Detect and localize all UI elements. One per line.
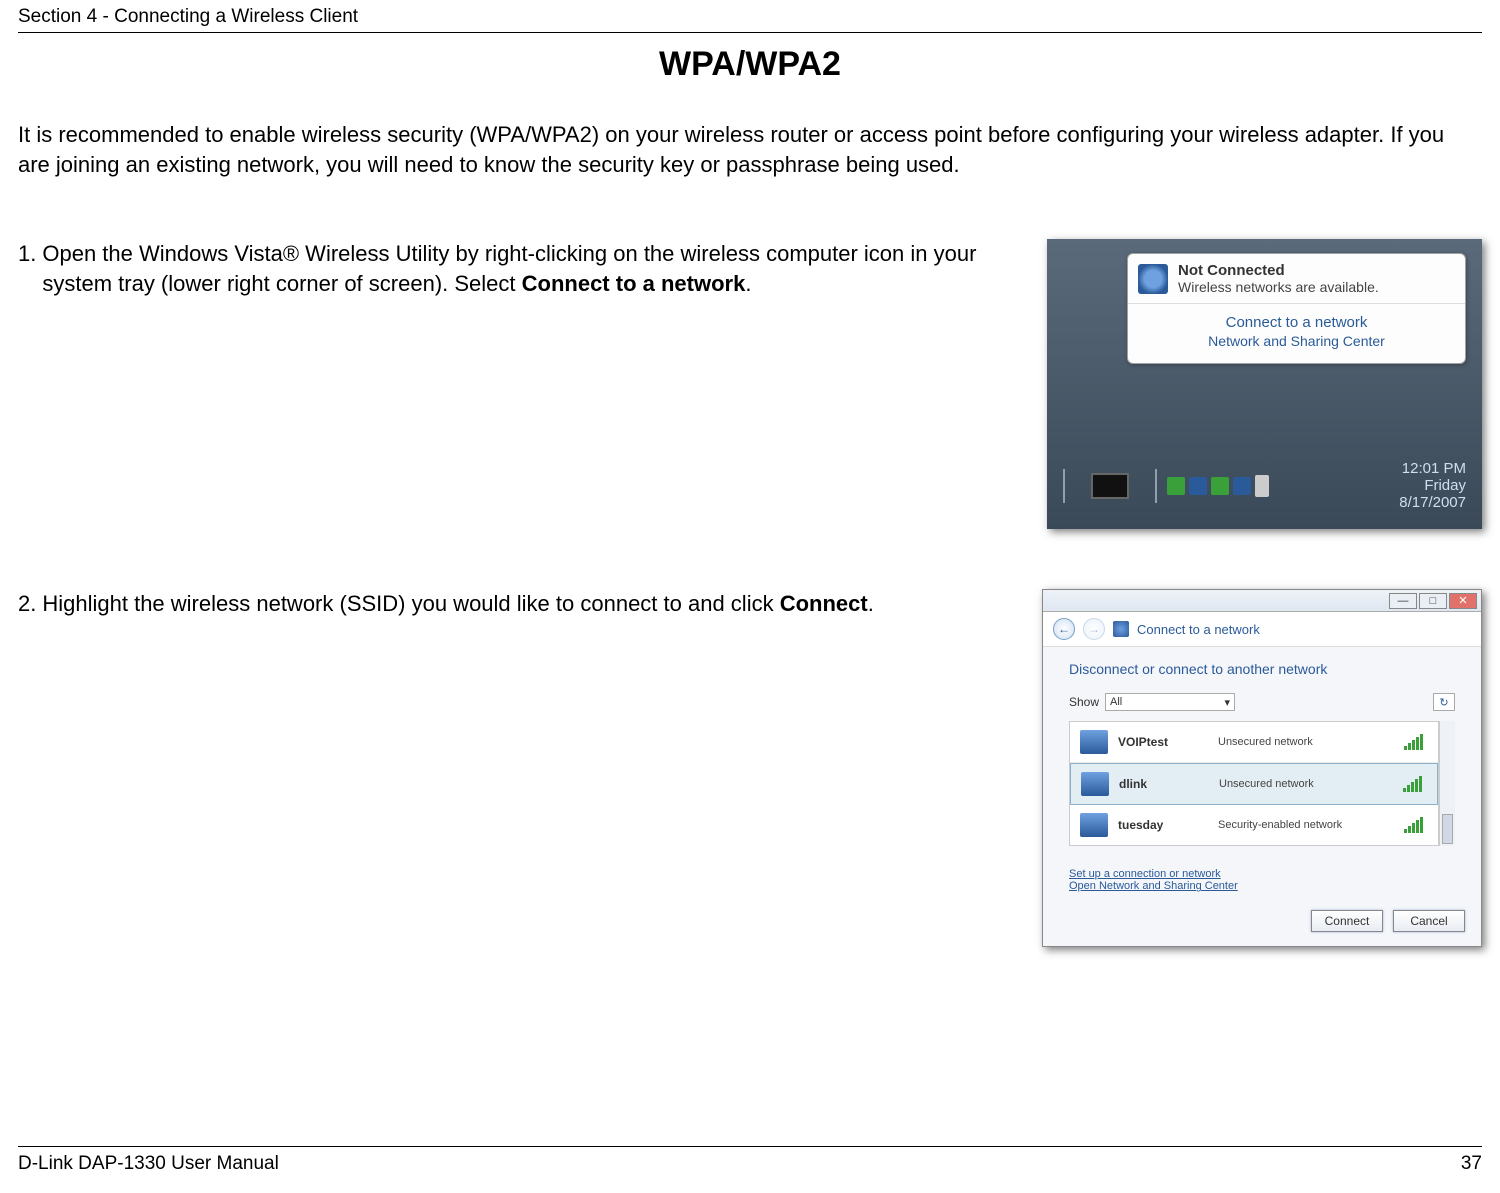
tray-group (1075, 473, 1145, 499)
dialog-links: Set up a connection or network Open Netw… (1069, 868, 1455, 892)
chevron-down-icon: ▾ (1225, 696, 1231, 709)
signal-icon (1403, 776, 1427, 792)
network-icon (1081, 772, 1109, 796)
step-2-pre: Highlight the wireless network (SSID) yo… (42, 591, 779, 616)
network-sharing-center-link[interactable]: Network and Sharing Center (1208, 333, 1385, 349)
network-balloon: Not Connected Wireless networks are avai… (1127, 253, 1466, 364)
dialog-title: Connect to a network (1137, 622, 1260, 637)
close-button[interactable]: ✕ (1449, 593, 1477, 609)
network-status: Unsecured network (1218, 736, 1394, 748)
step-1-post: . (745, 271, 751, 296)
screenshot-1: Not Connected Wireless networks are avai… (1047, 239, 1482, 529)
step-1-text: 1. Open the Windows Vista® Wireless Util… (18, 239, 997, 298)
step-body: Open the Windows Vista® Wireless Utility… (42, 239, 997, 298)
balloon-message: Wireless networks are available. (1178, 279, 1379, 295)
minimize-button[interactable]: — (1389, 593, 1417, 609)
signal-icon (1404, 817, 1428, 833)
back-button[interactable]: ← (1053, 618, 1075, 640)
clock-day: Friday (1399, 477, 1466, 494)
connect-to-network-link[interactable]: Connect to a network (1226, 314, 1368, 331)
ssid: dlink (1119, 777, 1209, 791)
dialog-body: Disconnect or connect to another network… (1043, 647, 1481, 900)
step-body: Highlight the wireless network (SSID) yo… (42, 589, 992, 619)
network-status: Security-enabled network (1218, 819, 1394, 831)
step-1-pre: Open the Windows Vista® Wireless Utility… (42, 241, 976, 296)
network-row[interactable]: tuesday Security-enabled network (1070, 805, 1438, 845)
ssid: tuesday (1118, 818, 1208, 832)
connect-network-dialog: — □ ✕ ← → Connect to a network Disconnec… (1042, 589, 1482, 947)
balloon-title: Not Connected (1178, 262, 1379, 279)
tray-icons (1167, 475, 1269, 497)
balloon-header: Not Connected Wireless networks are avai… (1128, 254, 1465, 303)
page-number: 37 (1461, 1153, 1482, 1175)
vista-tray-popup: Not Connected Wireless networks are avai… (1047, 239, 1482, 529)
signal-icon (1404, 734, 1428, 750)
system-tray: 12:01 PM Friday 8/17/2007 (1063, 460, 1466, 512)
refresh-button[interactable]: ↻ (1433, 693, 1455, 711)
tray-separator (1155, 469, 1157, 503)
cancel-button[interactable]: Cancel (1393, 910, 1465, 932)
page-title: WPA/WPA2 (18, 45, 1482, 84)
show-dropdown[interactable]: All ▾ (1105, 693, 1235, 711)
network-list: VOIPtest Unsecured network dlink Unsecur… (1069, 721, 1439, 846)
nav-row: ← → Connect to a network (1043, 612, 1481, 647)
step-number: 1. (18, 239, 36, 298)
open-nasc-link[interactable]: Open Network and Sharing Center (1069, 880, 1455, 892)
network-list-area: VOIPtest Unsecured network dlink Unsecur… (1069, 721, 1455, 846)
step-1-row: 1. Open the Windows Vista® Wireless Util… (18, 239, 1482, 529)
step-number: 2. (18, 589, 36, 619)
clock-time: 12:01 PM (1399, 460, 1466, 477)
dialog-buttons: Connect Cancel (1043, 900, 1481, 946)
maximize-button[interactable]: □ (1419, 593, 1447, 609)
step-2-row: 2. Highlight the wireless network (SSID)… (18, 589, 1482, 947)
network-row[interactable]: VOIPtest Unsecured network (1070, 722, 1438, 763)
tray-icon[interactable] (1167, 477, 1185, 495)
tray-clock: 12:01 PM Friday 8/17/2007 (1399, 460, 1466, 512)
setup-connection-link[interactable]: Set up a connection or network (1069, 868, 1455, 880)
step-2-text: 2. Highlight the wireless network (SSID)… (18, 589, 992, 619)
page-footer: D-Link DAP-1330 User Manual 37 (18, 1146, 1482, 1175)
wifi-icon (1138, 264, 1168, 294)
show-row: Show All ▾ ↻ (1069, 693, 1455, 711)
screenshot-2: — □ ✕ ← → Connect to a network Disconnec… (1042, 589, 1482, 947)
step-2-bold: Connect (780, 591, 868, 616)
step-1-bold: Connect to a network (522, 271, 746, 296)
dialog-heading: Disconnect or connect to another network (1069, 661, 1455, 677)
scrollbar-thumb[interactable] (1442, 814, 1453, 844)
section-header: Section 4 - Connecting a Wireless Client (18, 0, 1482, 32)
tray-icon[interactable] (1211, 477, 1229, 495)
network-status: Unsecured network (1219, 778, 1393, 790)
ssid: VOIPtest (1118, 735, 1208, 749)
network-icon (1080, 730, 1108, 754)
window-titlebar: — □ ✕ (1043, 590, 1481, 612)
scrollbar[interactable] (1439, 721, 1455, 846)
desktop-icon (1091, 473, 1129, 499)
intro-paragraph: It is recommended to enable wireless sec… (18, 120, 1482, 179)
tray-separator (1063, 469, 1065, 503)
balloon-body: Connect to a network Network and Sharing… (1128, 303, 1465, 363)
tray-icon[interactable] (1255, 475, 1269, 497)
network-row-selected[interactable]: dlink Unsecured network (1070, 763, 1438, 805)
show-label: Show (1069, 695, 1099, 709)
network-icon (1113, 621, 1129, 637)
network-icon (1080, 813, 1108, 837)
forward-button: → (1083, 618, 1105, 640)
tray-icon[interactable] (1233, 477, 1251, 495)
connect-button[interactable]: Connect (1311, 910, 1383, 932)
step-2-post: . (868, 591, 874, 616)
footer-left: D-Link DAP-1330 User Manual (18, 1153, 279, 1175)
show-value: All (1110, 696, 1122, 708)
clock-date: 8/17/2007 (1399, 494, 1466, 511)
header-rule (18, 32, 1482, 33)
tray-icon[interactable] (1189, 477, 1207, 495)
